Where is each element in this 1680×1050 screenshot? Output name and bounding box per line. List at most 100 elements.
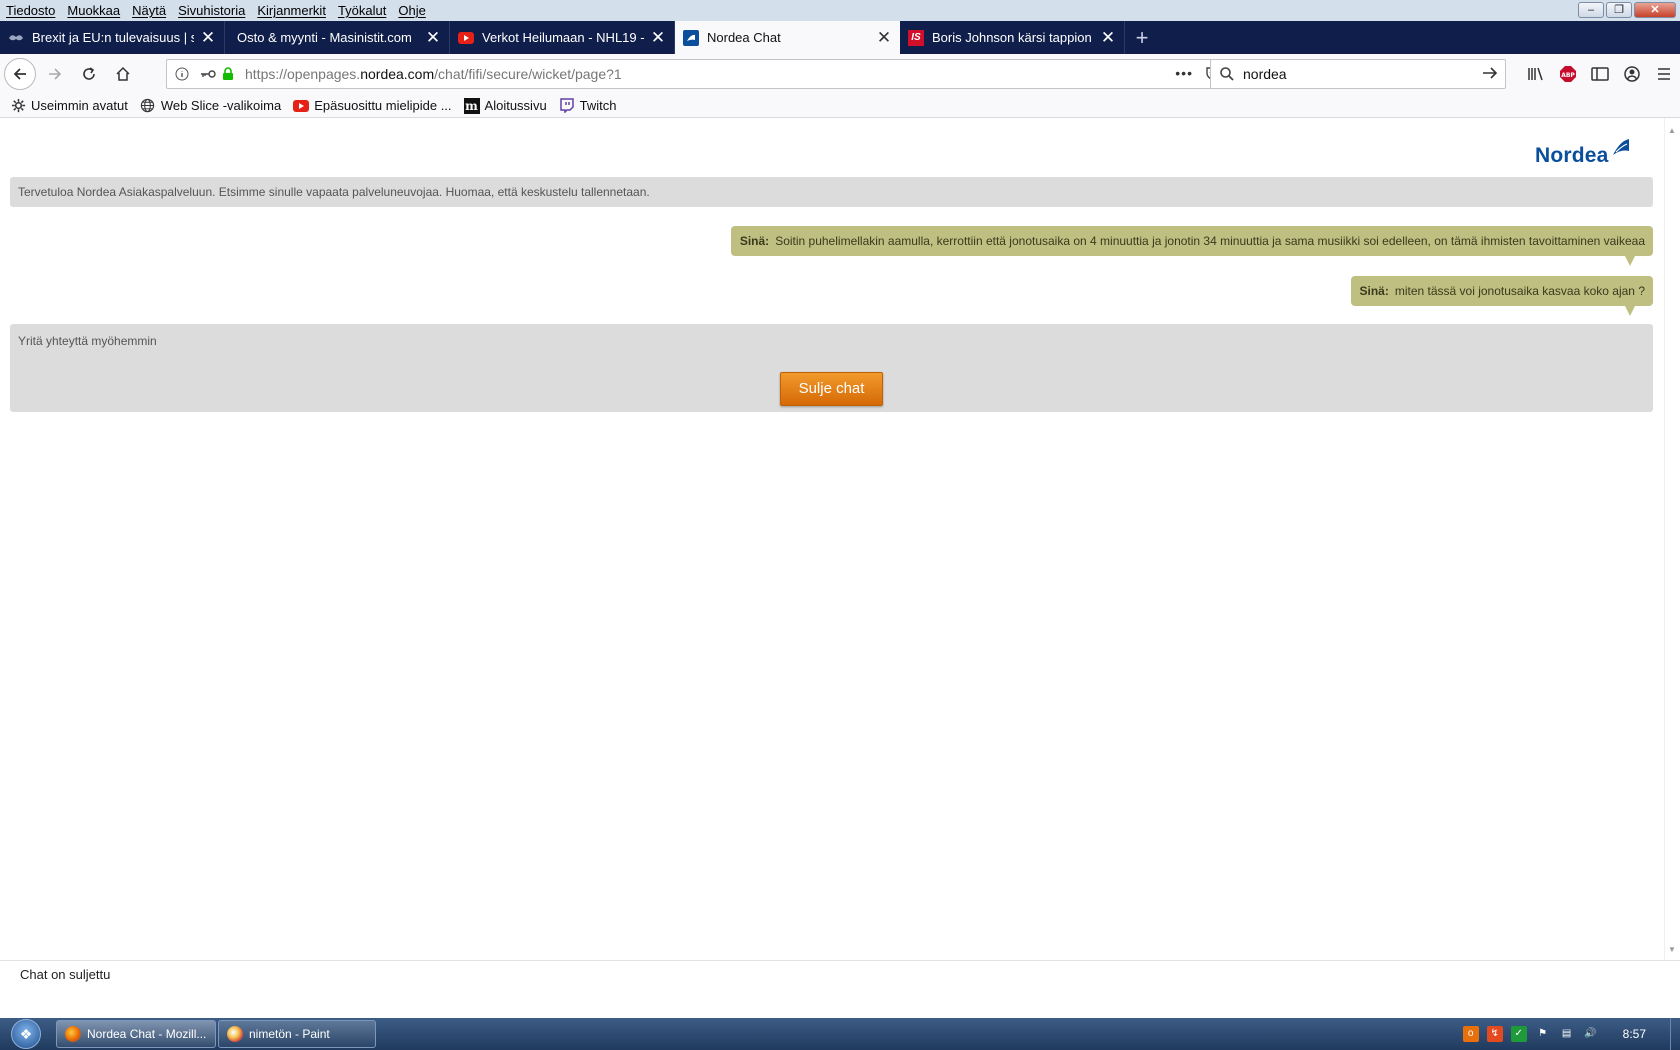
- office-icon[interactable]: o: [1462, 1026, 1479, 1042]
- lock-icon[interactable]: [221, 67, 235, 81]
- tab-label: Brexit ja EU:n tulevaisuus | sivu: [32, 30, 194, 45]
- scrollbar[interactable]: ▲ ▼: [1664, 118, 1680, 960]
- menu-tyokalut[interactable]: Työkalut: [338, 3, 386, 18]
- youtube-icon: [293, 98, 310, 114]
- menu-ohje[interactable]: Ohje: [398, 3, 425, 18]
- page-actions-icon[interactable]: •••: [1175, 65, 1193, 81]
- tab-label: Nordea Chat: [707, 30, 781, 45]
- account-button[interactable]: [1616, 65, 1648, 83]
- security-check-icon[interactable]: ✓: [1510, 1026, 1527, 1042]
- sidebar-button[interactable]: [1584, 66, 1616, 82]
- menu-muokkaa[interactable]: Muokkaa: [67, 3, 120, 18]
- menu-kirjanmerkit[interactable]: Kirjanmerkit: [257, 3, 326, 18]
- close-tab-icon[interactable]: ✕: [876, 29, 892, 46]
- tab-youtube[interactable]: Verkot Heilumaan - NHL19 - YouTube ✕: [450, 21, 675, 54]
- chat-status-text: Chat on suljettu: [20, 967, 111, 982]
- library-button[interactable]: [1520, 66, 1552, 82]
- info-icon[interactable]: [175, 67, 189, 81]
- adblock-button[interactable]: ABP: [1552, 65, 1584, 83]
- close-tab-icon[interactable]: ✕: [200, 29, 216, 46]
- bookmark-useimmin-avatut[interactable]: Useimmin avatut: [10, 98, 128, 114]
- new-tab-button[interactable]: +: [1125, 21, 1159, 54]
- bookmark-label: Epäsuosittu mielipide ...: [314, 98, 452, 113]
- url-bar[interactable]: https://openpages.nordea.com/chat/fifi/s…: [166, 59, 1230, 89]
- chat-status-footer: Chat on suljettu: [0, 960, 1680, 1018]
- message-text: Soitin puhelimellakin aamulla, kerrottii…: [775, 234, 1645, 248]
- reload-button[interactable]: [74, 59, 104, 89]
- sidebar-icon: [1591, 67, 1609, 81]
- back-arrow-icon: [13, 68, 26, 80]
- tab-label: Boris Johnson kärsi tappion historiallis…: [932, 30, 1094, 45]
- search-bar[interactable]: [1210, 59, 1506, 89]
- m-icon: m: [463, 97, 480, 114]
- url-domain: nordea.com: [360, 66, 435, 82]
- home-button[interactable]: [108, 59, 138, 89]
- bubble-tail: [1625, 306, 1635, 316]
- newspaper-icon: [8, 30, 24, 46]
- network-icon[interactable]: ▤: [1559, 1026, 1575, 1042]
- menu-nayta[interactable]: Näytä: [132, 3, 166, 18]
- tab-label: Verkot Heilumaan - NHL19 - YouTube: [482, 30, 644, 45]
- restore-button[interactable]: ❐: [1606, 2, 1632, 18]
- tab-nordea-chat[interactable]: Nordea Chat ✕: [675, 21, 900, 54]
- scroll-down-icon[interactable]: ▼: [1668, 945, 1676, 954]
- close-chat-button[interactable]: Sulje chat: [780, 372, 883, 406]
- tab-masinistit[interactable]: Osto & myynti - Masinistit.com ✕: [225, 21, 450, 54]
- menu-button[interactable]: [1648, 66, 1680, 82]
- gear-icon: [10, 98, 26, 114]
- hamburger-icon: [1658, 68, 1670, 80]
- globe-icon: [140, 98, 156, 114]
- close-tab-icon[interactable]: ✕: [425, 29, 441, 46]
- window-close-button[interactable]: ✕: [1634, 2, 1676, 18]
- search-go-icon[interactable]: [1481, 64, 1499, 82]
- minimize-button[interactable]: –: [1578, 2, 1604, 18]
- scroll-up-icon[interactable]: ▲: [1668, 126, 1676, 135]
- nordea-sail-icon: [1612, 139, 1629, 155]
- bookmark-twitch[interactable]: Twitch: [559, 98, 617, 114]
- tab-boris-johnson[interactable]: IS Boris Johnson kärsi tappion historial…: [900, 21, 1125, 54]
- forward-button[interactable]: [40, 59, 70, 89]
- url-path: /chat/fifi/secure/wicket/page?1: [434, 66, 622, 82]
- windows-logo-icon: ❖: [11, 1019, 41, 1049]
- bookmark-epasuosittu[interactable]: Epäsuosittu mielipide ...: [293, 98, 452, 114]
- task-label: nimetön - Paint: [249, 1027, 330, 1041]
- back-button[interactable]: [4, 58, 36, 90]
- logo-text: Nordea: [1535, 144, 1609, 167]
- user-message: Sinä: Soitin puhelimellakin aamulla, kerr…: [730, 226, 1653, 266]
- tab-bar: Brexit ja EU:n tulevaisuus | sivu ✕ Osto…: [0, 21, 1680, 54]
- volume-icon[interactable]: 🔊: [1583, 1026, 1599, 1042]
- toolbar-icons: ABP: [1520, 59, 1680, 89]
- page-content: Nordea Tervetuloa Nordea Asiakaspalveluu…: [0, 118, 1680, 960]
- url-text[interactable]: https://openpages.nordea.com/chat/fifi/s…: [245, 66, 622, 82]
- menu-sivuhistoria[interactable]: Sivuhistoria: [178, 3, 245, 18]
- account-icon: [1624, 66, 1640, 82]
- close-tab-icon[interactable]: ✕: [1100, 29, 1116, 46]
- home-icon: [116, 66, 130, 81]
- bookmark-aloitussivu[interactable]: m Aloitussivu: [463, 97, 547, 114]
- search-input[interactable]: [1243, 66, 1463, 82]
- youtube-icon: [458, 30, 474, 46]
- reload-icon: [83, 67, 95, 80]
- start-button[interactable]: ❖: [4, 1018, 48, 1050]
- message-sender: Sinä:: [739, 234, 770, 248]
- nordea-logo: Nordea: [1535, 138, 1630, 168]
- task-firefox[interactable]: Nordea Chat - Mozill...: [56, 1020, 216, 1048]
- bookmark-web-slice[interactable]: Web Slice -valikoima: [140, 98, 281, 114]
- show-desktop-button[interactable]: [1670, 1018, 1680, 1050]
- navigation-bar: https://openpages.nordea.com/chat/fifi/s…: [0, 54, 1680, 94]
- message-text: miten tässä voi jonotusaika kasvaa koko …: [1394, 284, 1645, 298]
- menu-tiedosto[interactable]: Tiedosto: [6, 3, 55, 18]
- clock[interactable]: 8:57: [1623, 1027, 1646, 1041]
- task-paint[interactable]: nimetön - Paint: [218, 1020, 376, 1048]
- key-icon[interactable]: [199, 67, 217, 81]
- close-tab-icon[interactable]: ✕: [650, 29, 666, 46]
- flash-icon[interactable]: ↯: [1486, 1026, 1503, 1042]
- bookmark-label: Web Slice -valikoima: [160, 98, 282, 113]
- library-icon: [1528, 67, 1543, 81]
- paint-icon: [227, 1026, 243, 1042]
- adblock-icon: ABP: [1560, 66, 1576, 82]
- tab-brexit[interactable]: Brexit ja EU:n tulevaisuus | sivu ✕: [0, 21, 225, 54]
- forward-arrow-icon: [49, 68, 62, 80]
- twitch-icon: [559, 98, 575, 114]
- flag-icon[interactable]: ⚑: [1535, 1026, 1551, 1042]
